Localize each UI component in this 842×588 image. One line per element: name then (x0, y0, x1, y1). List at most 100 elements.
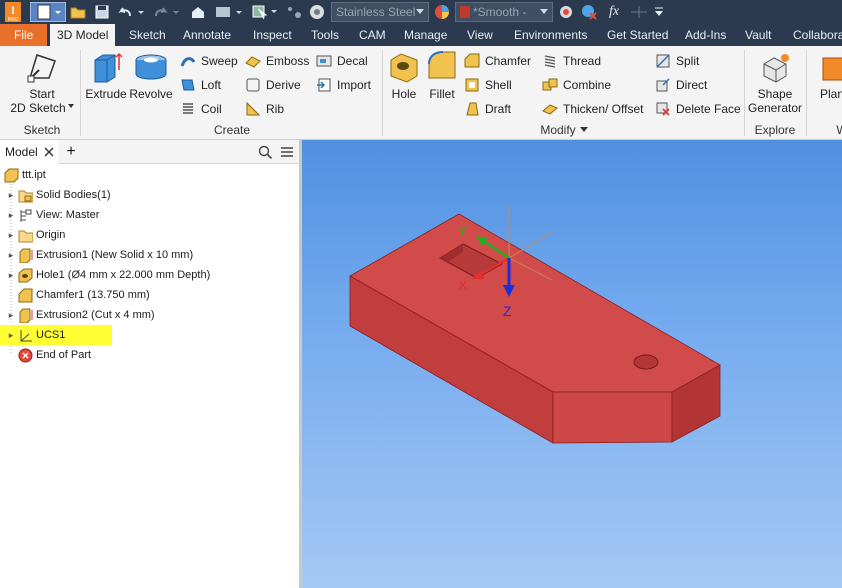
derive-button[interactable]: Derive (245, 75, 301, 95)
part-hole[interactable] (633, 354, 659, 370)
expand-arrow-icon[interactable]: ▸ (6, 270, 16, 281)
shape-generator-button[interactable]: Shape Generator (746, 50, 804, 115)
tab-collaborate[interactable]: Collabora (786, 24, 842, 46)
draft-button[interactable]: Draft (464, 99, 511, 119)
expand-arrow-icon[interactable]: ▸ (6, 250, 16, 261)
extrude-button[interactable]: Extrude (84, 50, 128, 101)
appearance-dropdown[interactable]: *Smooth - (455, 2, 553, 22)
decal-button[interactable]: Decal (316, 51, 368, 71)
split-button[interactable]: Split (655, 51, 699, 71)
panel-label-explore: Explore (754, 123, 796, 137)
expand-arrow-icon[interactable]: ▸ (6, 330, 16, 341)
hamburger-menu-icon[interactable] (280, 146, 294, 161)
tab-add-ins[interactable]: Add-Ins (678, 24, 733, 46)
expand-arrow-icon[interactable]: ▸ (6, 190, 16, 201)
tab-vault[interactable]: Vault (738, 24, 778, 46)
save-icon[interactable] (93, 2, 111, 22)
tab-sketch[interactable]: Sketch (122, 24, 173, 46)
shell-button[interactable]: Shell (464, 75, 512, 95)
panel-label-modify[interactable]: Modify (386, 123, 742, 137)
tree-item-ucs1[interactable]: ▸ UCS1 (0, 325, 112, 345)
search-icon[interactable] (258, 145, 273, 162)
close-icon[interactable] (44, 147, 54, 157)
clear-appearance-icon[interactable] (580, 2, 598, 22)
tab-inspect[interactable]: Inspect (246, 24, 299, 46)
tab-tools[interactable]: Tools (304, 24, 346, 46)
rib-button[interactable]: Rib (245, 99, 284, 119)
hole-button[interactable]: Hole (386, 50, 422, 101)
color-wheel-icon[interactable] (308, 2, 326, 22)
plane-button[interactable]: Plan (812, 50, 842, 101)
delete-face-button[interactable]: Delete Face (655, 99, 741, 119)
coil-button[interactable]: Coil (180, 99, 222, 119)
tree-item-extrusion2[interactable]: ▸ Extrusion2 (Cut x 4 mm) (6, 305, 155, 325)
loft-button[interactable]: Loft (180, 75, 221, 95)
shell-label: Shell (485, 78, 512, 92)
customize-qat-icon[interactable] (652, 2, 666, 22)
tree-item-label: Solid Bodies(1) (36, 189, 111, 201)
tab-file[interactable]: File (0, 24, 48, 46)
add-tab-button[interactable]: + (62, 140, 80, 164)
tree-item-ttt-ipt[interactable]: ttt.ipt (2, 165, 46, 185)
draft-icon (466, 102, 479, 116)
tree-item-hole1[interactable]: ▸ Hole1 (Ø4 mm x 22.000 mm Depth) (6, 265, 210, 285)
select-button[interactable] (250, 2, 280, 22)
crosshair-icon[interactable] (628, 2, 650, 22)
graphics-viewport[interactable]: Y X Z (302, 140, 842, 588)
tab-manage[interactable]: Manage (397, 24, 454, 46)
update-button[interactable] (213, 2, 245, 22)
parameters-button[interactable]: fx (604, 2, 624, 22)
appearance-swatch-icon (460, 6, 470, 18)
tab-get-started[interactable]: Get Started (600, 24, 675, 46)
tab-cam[interactable]: CAM (352, 24, 393, 46)
extrusion-icon (19, 308, 33, 323)
expand-arrow-icon[interactable]: ▸ (6, 210, 16, 221)
tree-item-solid-bodies[interactable]: ▸ Solid Bodies(1) (6, 185, 111, 205)
part-model[interactable]: Y X Z (302, 140, 842, 588)
emboss-icon (245, 56, 261, 68)
rib-icon (246, 101, 261, 116)
revolve-button[interactable]: Revolve (128, 50, 174, 101)
part-top-face[interactable] (349, 213, 721, 393)
tab-3d-model[interactable]: 3D Model (50, 24, 116, 46)
thicken-offset-label: Thicken/ Offset (563, 102, 644, 116)
tree-item-extrusion1[interactable]: ▸ Extrusion1 (New Solid x 10 mm) (6, 245, 193, 265)
import-button[interactable]: Import (316, 75, 371, 95)
sweep-button[interactable]: Sweep (180, 51, 238, 71)
app-logo-icon[interactable]: I PRO (2, 0, 24, 24)
tree-item-end-of-part[interactable]: End of Part (16, 345, 91, 365)
folder-icon (18, 230, 33, 242)
tab-environments[interactable]: Environments (507, 24, 594, 46)
chamfer-button[interactable]: Chamfer (464, 51, 531, 71)
combine-button[interactable]: Combine (542, 75, 611, 95)
emboss-button[interactable]: Emboss (245, 51, 309, 71)
expand-arrow-icon[interactable]: ▸ (6, 310, 16, 321)
tree-item-origin[interactable]: ▸ Origin (6, 225, 65, 245)
redo-button[interactable] (152, 2, 182, 22)
thread-button[interactable]: Thread (542, 51, 601, 71)
tree-item-chamfer1[interactable]: Chamfer1 (13.750 mm) (16, 285, 150, 305)
tree-item-view-master[interactable]: ▸ View: Master (6, 205, 99, 225)
appearance-sphere-icon[interactable] (433, 2, 451, 22)
thicken-icon (542, 104, 558, 115)
new-button[interactable] (30, 2, 66, 22)
tab-model[interactable]: Model (0, 140, 58, 164)
open-folder-icon[interactable] (69, 2, 87, 22)
tree-item-label: Extrusion2 (Cut x 4 mm) (36, 309, 155, 321)
material-dropdown[interactable]: Stainless Steel (331, 2, 429, 22)
part-chamfer-face[interactable] (552, 391, 673, 444)
expand-arrow-icon[interactable]: ▸ (6, 230, 16, 241)
tab-annotate[interactable]: Annotate (176, 24, 238, 46)
start-2d-sketch-button[interactable]: Start 2D Sketch (10, 50, 74, 115)
fillet-button[interactable]: Fillet (424, 50, 460, 101)
direct-button[interactable]: Direct (655, 75, 707, 95)
tree-item-label: End of Part (36, 349, 92, 361)
undo-button[interactable] (117, 2, 147, 22)
tab-view[interactable]: View (460, 24, 500, 46)
measure-icon[interactable] (285, 2, 303, 22)
adjust-appearance-icon[interactable] (557, 2, 575, 22)
ucs-icon (20, 329, 32, 341)
coil-label: Coil (201, 102, 222, 116)
home-icon[interactable] (189, 2, 207, 22)
thicken-offset-button[interactable]: Thicken/ Offset (542, 99, 643, 119)
